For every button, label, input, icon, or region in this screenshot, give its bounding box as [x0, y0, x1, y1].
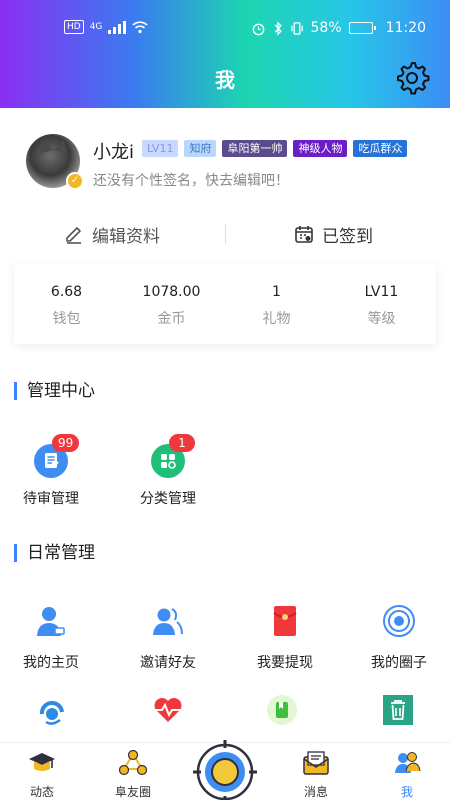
profile-section[interactable]: ✓ 小龙i LV11 知府 阜阳第一帅 神级人物 吃瓜群众 还没有个性签名，快去… — [0, 124, 450, 204]
stat-level[interactable]: LV11 等级 — [329, 264, 434, 344]
check-in-label: 已签到 — [322, 226, 373, 247]
tab-feed[interactable]: 动态 — [2, 743, 82, 800]
verified-badge-icon: ✓ — [66, 172, 84, 190]
withdraw-label: 我要提现 — [257, 655, 313, 671]
user-tags: LV11 知府 阜阳第一帅 神级人物 吃瓜群众 — [142, 140, 408, 157]
trash-icon[interactable] — [382, 694, 414, 726]
username: 小龙i — [93, 142, 135, 163]
category-count-badge: 1 — [169, 434, 195, 452]
profile-actions: 编辑资料 已签到 — [0, 216, 450, 252]
category-manage-icon: 1 — [151, 434, 195, 478]
pencil-icon — [66, 227, 81, 244]
stat-value: 1 — [272, 284, 281, 300]
tag-rank: 神级人物 — [293, 140, 348, 157]
user-profile-icon — [37, 607, 65, 636]
stat-value: 1078.00 — [142, 284, 201, 300]
signature-text: 还没有个性签名，快去编辑吧！ — [93, 173, 289, 189]
check-in-button[interactable]: 已签到 — [294, 216, 373, 252]
health-heart-icon[interactable] — [152, 696, 184, 724]
network-type: 4G — [89, 22, 103, 32]
divider — [225, 224, 226, 244]
edit-profile-label: 编辑资料 — [92, 226, 160, 247]
page-title: 我 — [215, 68, 235, 92]
category-manage-item[interactable]: 1 分类管理 — [123, 434, 213, 508]
battery-icon — [348, 22, 376, 34]
pending-review-item[interactable]: 99 待审管理 — [6, 434, 96, 508]
status-bar: HD 4G 58% 11:20 — [0, 0, 450, 46]
avatar[interactable]: ✓ — [26, 134, 84, 190]
red-envelope-icon — [273, 606, 297, 636]
bluetooth-icon — [274, 20, 282, 36]
tag-level: LV11 — [142, 140, 179, 157]
graduation-cap-icon — [29, 753, 55, 771]
stat-value: LV11 — [364, 284, 399, 300]
settings-gear-icon[interactable] — [394, 60, 430, 96]
stat-label: 金币 — [157, 311, 186, 327]
invite-friends-icon — [153, 608, 183, 635]
stat-label: 礼物 — [262, 311, 291, 327]
signal-icon — [108, 20, 127, 34]
invite-friends-item[interactable]: 邀请好友 — [123, 604, 213, 672]
customer-service-icon[interactable] — [38, 698, 66, 726]
hd-indicator: HD — [64, 20, 84, 34]
stat-label: 等级 — [367, 311, 396, 327]
clock: 11:20 — [385, 20, 426, 36]
withdraw-item[interactable]: 我要提现 — [240, 604, 330, 672]
center-publish-button[interactable] — [191, 738, 259, 800]
circle-target-icon — [383, 605, 415, 637]
stat-value: 6.68 — [50, 284, 83, 300]
tab-label: 消息 — [303, 785, 328, 799]
pending-count-badge: 99 — [52, 434, 80, 452]
stat-coins[interactable]: 1078.00 金币 — [119, 264, 224, 344]
header: HD 4G 58% 11:20 我 — [0, 0, 450, 108]
tab-friends-circle[interactable]: 阜友圈 — [93, 743, 173, 800]
vibrate-icon — [290, 21, 303, 35]
tag-group: 吃瓜群众 — [353, 140, 408, 157]
tag-title: 知府 — [184, 140, 217, 157]
tag-honor: 阜阳第一帅 — [222, 140, 288, 157]
tab-me[interactable]: 我 — [367, 743, 447, 800]
notebook-icon[interactable] — [266, 694, 298, 726]
category-manage-label: 分类管理 — [140, 491, 196, 507]
edit-profile-button[interactable]: 编辑资料 — [64, 216, 160, 252]
envelope-icon — [303, 751, 329, 775]
section-title-daily: 日常管理 — [14, 544, 95, 562]
friends-network-icon — [118, 749, 148, 776]
my-circle-label: 我的圈子 — [371, 655, 427, 671]
pending-review-icon: 99 — [34, 434, 80, 478]
calendar-icon — [295, 226, 313, 243]
tab-label: 动态 — [29, 785, 54, 799]
stat-gifts[interactable]: 1 礼物 — [224, 264, 329, 344]
tab-messages[interactable]: 消息 — [276, 743, 356, 800]
users-icon — [395, 752, 421, 773]
stat-label: 钱包 — [52, 311, 81, 327]
my-homepage-item[interactable]: 我的主页 — [6, 604, 96, 672]
battery-percent: 58% — [310, 20, 342, 36]
my-homepage-label: 我的主页 — [23, 655, 79, 671]
invite-friends-label: 邀请好友 — [140, 655, 196, 671]
wifi-icon — [132, 21, 148, 34]
alarm-icon — [252, 23, 264, 35]
stats-card: 6.68 钱包 1078.00 金币 1 礼物 LV11 等级 — [14, 264, 436, 344]
tab-label: 阜友圈 — [114, 785, 151, 799]
stat-wallet[interactable]: 6.68 钱包 — [14, 264, 119, 344]
my-circle-item[interactable]: 我的圈子 — [354, 604, 444, 672]
section-title-admin: 管理中心 — [14, 382, 95, 400]
pending-review-label: 待审管理 — [23, 491, 79, 507]
tab-label: 我 — [400, 785, 413, 799]
